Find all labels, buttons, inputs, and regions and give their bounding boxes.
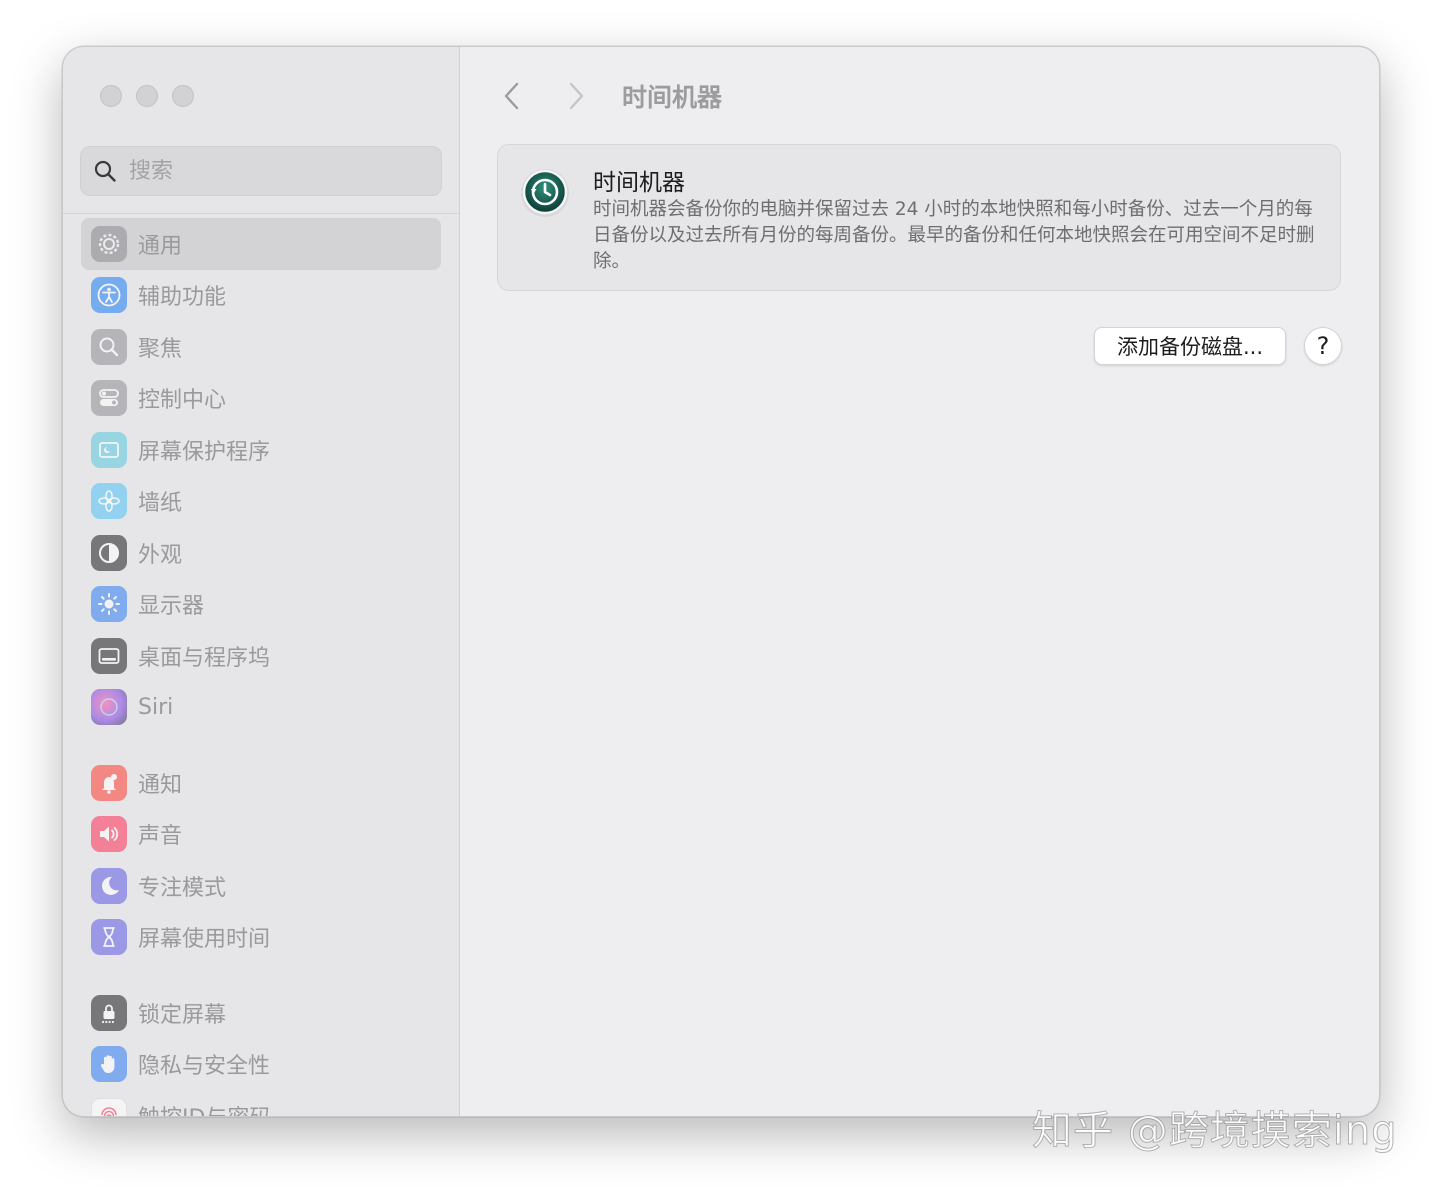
sidebar-nav: 通用 辅助功能 聚焦 控制中心 屏幕保护程序 墙纸 外观 显示器 桌面与程序坞 … [81, 218, 441, 1116]
search-input[interactable] [127, 157, 421, 185]
sidebar-item-label: 专注模式 [138, 875, 227, 901]
add-backup-disk-button[interactable]: 添加备份磁盘... [1094, 327, 1286, 365]
sidebar-item-notifications[interactable]: 通知 [81, 757, 441, 809]
moon-icon [91, 867, 127, 904]
card-description: 时间机器会备份你的电脑并保留过去 24 小时的本地快照和每小时备份、过去一个月的… [593, 199, 1315, 272]
card-title: 时间机器 [593, 170, 685, 196]
sidebar-item-label: 显示器 [138, 594, 205, 620]
screensaver-icon [91, 431, 127, 468]
sidebar-item-screensaver[interactable]: 屏幕保护程序 [81, 424, 441, 476]
back-button[interactable] [492, 76, 532, 116]
search-icon [94, 160, 116, 182]
spotlight-icon [91, 328, 127, 365]
search-field[interactable] [80, 146, 442, 196]
toolbar: 时间机器 [492, 71, 722, 121]
main-pane: 时间机器 时间机器 时间机器会备份你的电脑并保留过去 24 小时的本地快照和每小… [460, 47, 1379, 1116]
sidebar-item-label: 屏幕保护程序 [138, 439, 271, 465]
sidebar-item-label: 墙纸 [138, 491, 183, 517]
chevron-left-icon [504, 82, 519, 110]
sidebar-item-label: 控制中心 [138, 388, 227, 414]
display-icon [91, 586, 127, 623]
time-machine-icon [521, 169, 569, 217]
hand-icon [91, 1046, 127, 1083]
sidebar-item-privacy-security[interactable]: 隐私与安全性 [81, 1039, 441, 1091]
appearance-icon [91, 534, 127, 571]
sidebar-item-label: 聚焦 [138, 336, 183, 362]
watermark: 知乎 @跨境摸索ing [1032, 1108, 1398, 1155]
sidebar-item-label: 声音 [138, 824, 183, 850]
sidebar-item-appearance[interactable]: 外观 [81, 527, 441, 579]
sidebar-item-label: 屏幕使用时间 [138, 927, 271, 953]
sidebar-item-label: 桌面与程序坞 [138, 645, 271, 671]
help-button[interactable]: ? [1304, 327, 1342, 365]
bell-icon [91, 764, 127, 801]
sidebar-item-screen-time[interactable]: 屏幕使用时间 [81, 912, 441, 964]
accessibility-icon [91, 277, 127, 314]
sidebar-item-general[interactable]: 通用 [81, 218, 441, 270]
sidebar-item-spotlight[interactable]: 聚焦 [81, 321, 441, 373]
lock-icon [91, 994, 127, 1031]
gear-icon [91, 225, 127, 262]
control-center-icon [91, 380, 127, 417]
settings-window: 通用 辅助功能 聚焦 [62, 46, 1380, 1117]
fingerprint-icon [91, 1097, 127, 1116]
sidebar-item-sound[interactable]: 声音 [81, 809, 441, 861]
forward-button[interactable] [556, 76, 596, 116]
sidebar-item-label: 锁定屏幕 [138, 1002, 227, 1028]
sidebar-item-control-center[interactable]: 控制中心 [81, 373, 441, 425]
dock-icon [91, 637, 127, 674]
window-controls [100, 85, 194, 107]
sidebar-item-touch-id[interactable]: 触控ID与密码 [81, 1090, 441, 1116]
sidebar-item-label: 辅助功能 [138, 285, 227, 311]
time-machine-info-card: 时间机器 时间机器会备份你的电脑并保留过去 24 小时的本地快照和每小时备份、过… [497, 144, 1341, 291]
sidebar: 通用 辅助功能 聚焦 [63, 47, 460, 1116]
sidebar-item-lock-screen[interactable]: 锁定屏幕 [81, 987, 441, 1039]
sidebar-item-label: 通知 [138, 772, 183, 798]
close-window-button[interactable] [100, 85, 122, 107]
minimize-window-button[interactable] [136, 85, 158, 107]
siri-icon [91, 689, 127, 726]
sidebar-item-siri[interactable]: Siri [81, 682, 441, 734]
wallpaper-icon [91, 483, 127, 520]
sidebar-item-desktop-dock[interactable]: 桌面与程序坞 [81, 630, 441, 682]
sidebar-item-displays[interactable]: 显示器 [81, 579, 441, 631]
sidebar-item-focus[interactable]: 专注模式 [81, 860, 441, 912]
sidebar-item-label: Siri [138, 694, 174, 720]
speaker-icon [91, 816, 127, 853]
sidebar-item-label: 外观 [138, 542, 183, 568]
zoom-window-button[interactable] [172, 85, 194, 107]
page-title: 时间机器 [622, 83, 723, 112]
sidebar-item-accessibility[interactable]: 辅助功能 [81, 270, 441, 322]
chevron-right-icon [569, 82, 584, 110]
sidebar-item-label: 通用 [138, 233, 183, 259]
sidebar-item-label: 隐私与安全性 [138, 1054, 271, 1080]
sidebar-divider [63, 213, 459, 214]
sidebar-item-wallpaper[interactable]: 墙纸 [81, 476, 441, 528]
sidebar-item-label: 触控ID与密码 [138, 1100, 271, 1116]
hourglass-icon [91, 919, 127, 956]
